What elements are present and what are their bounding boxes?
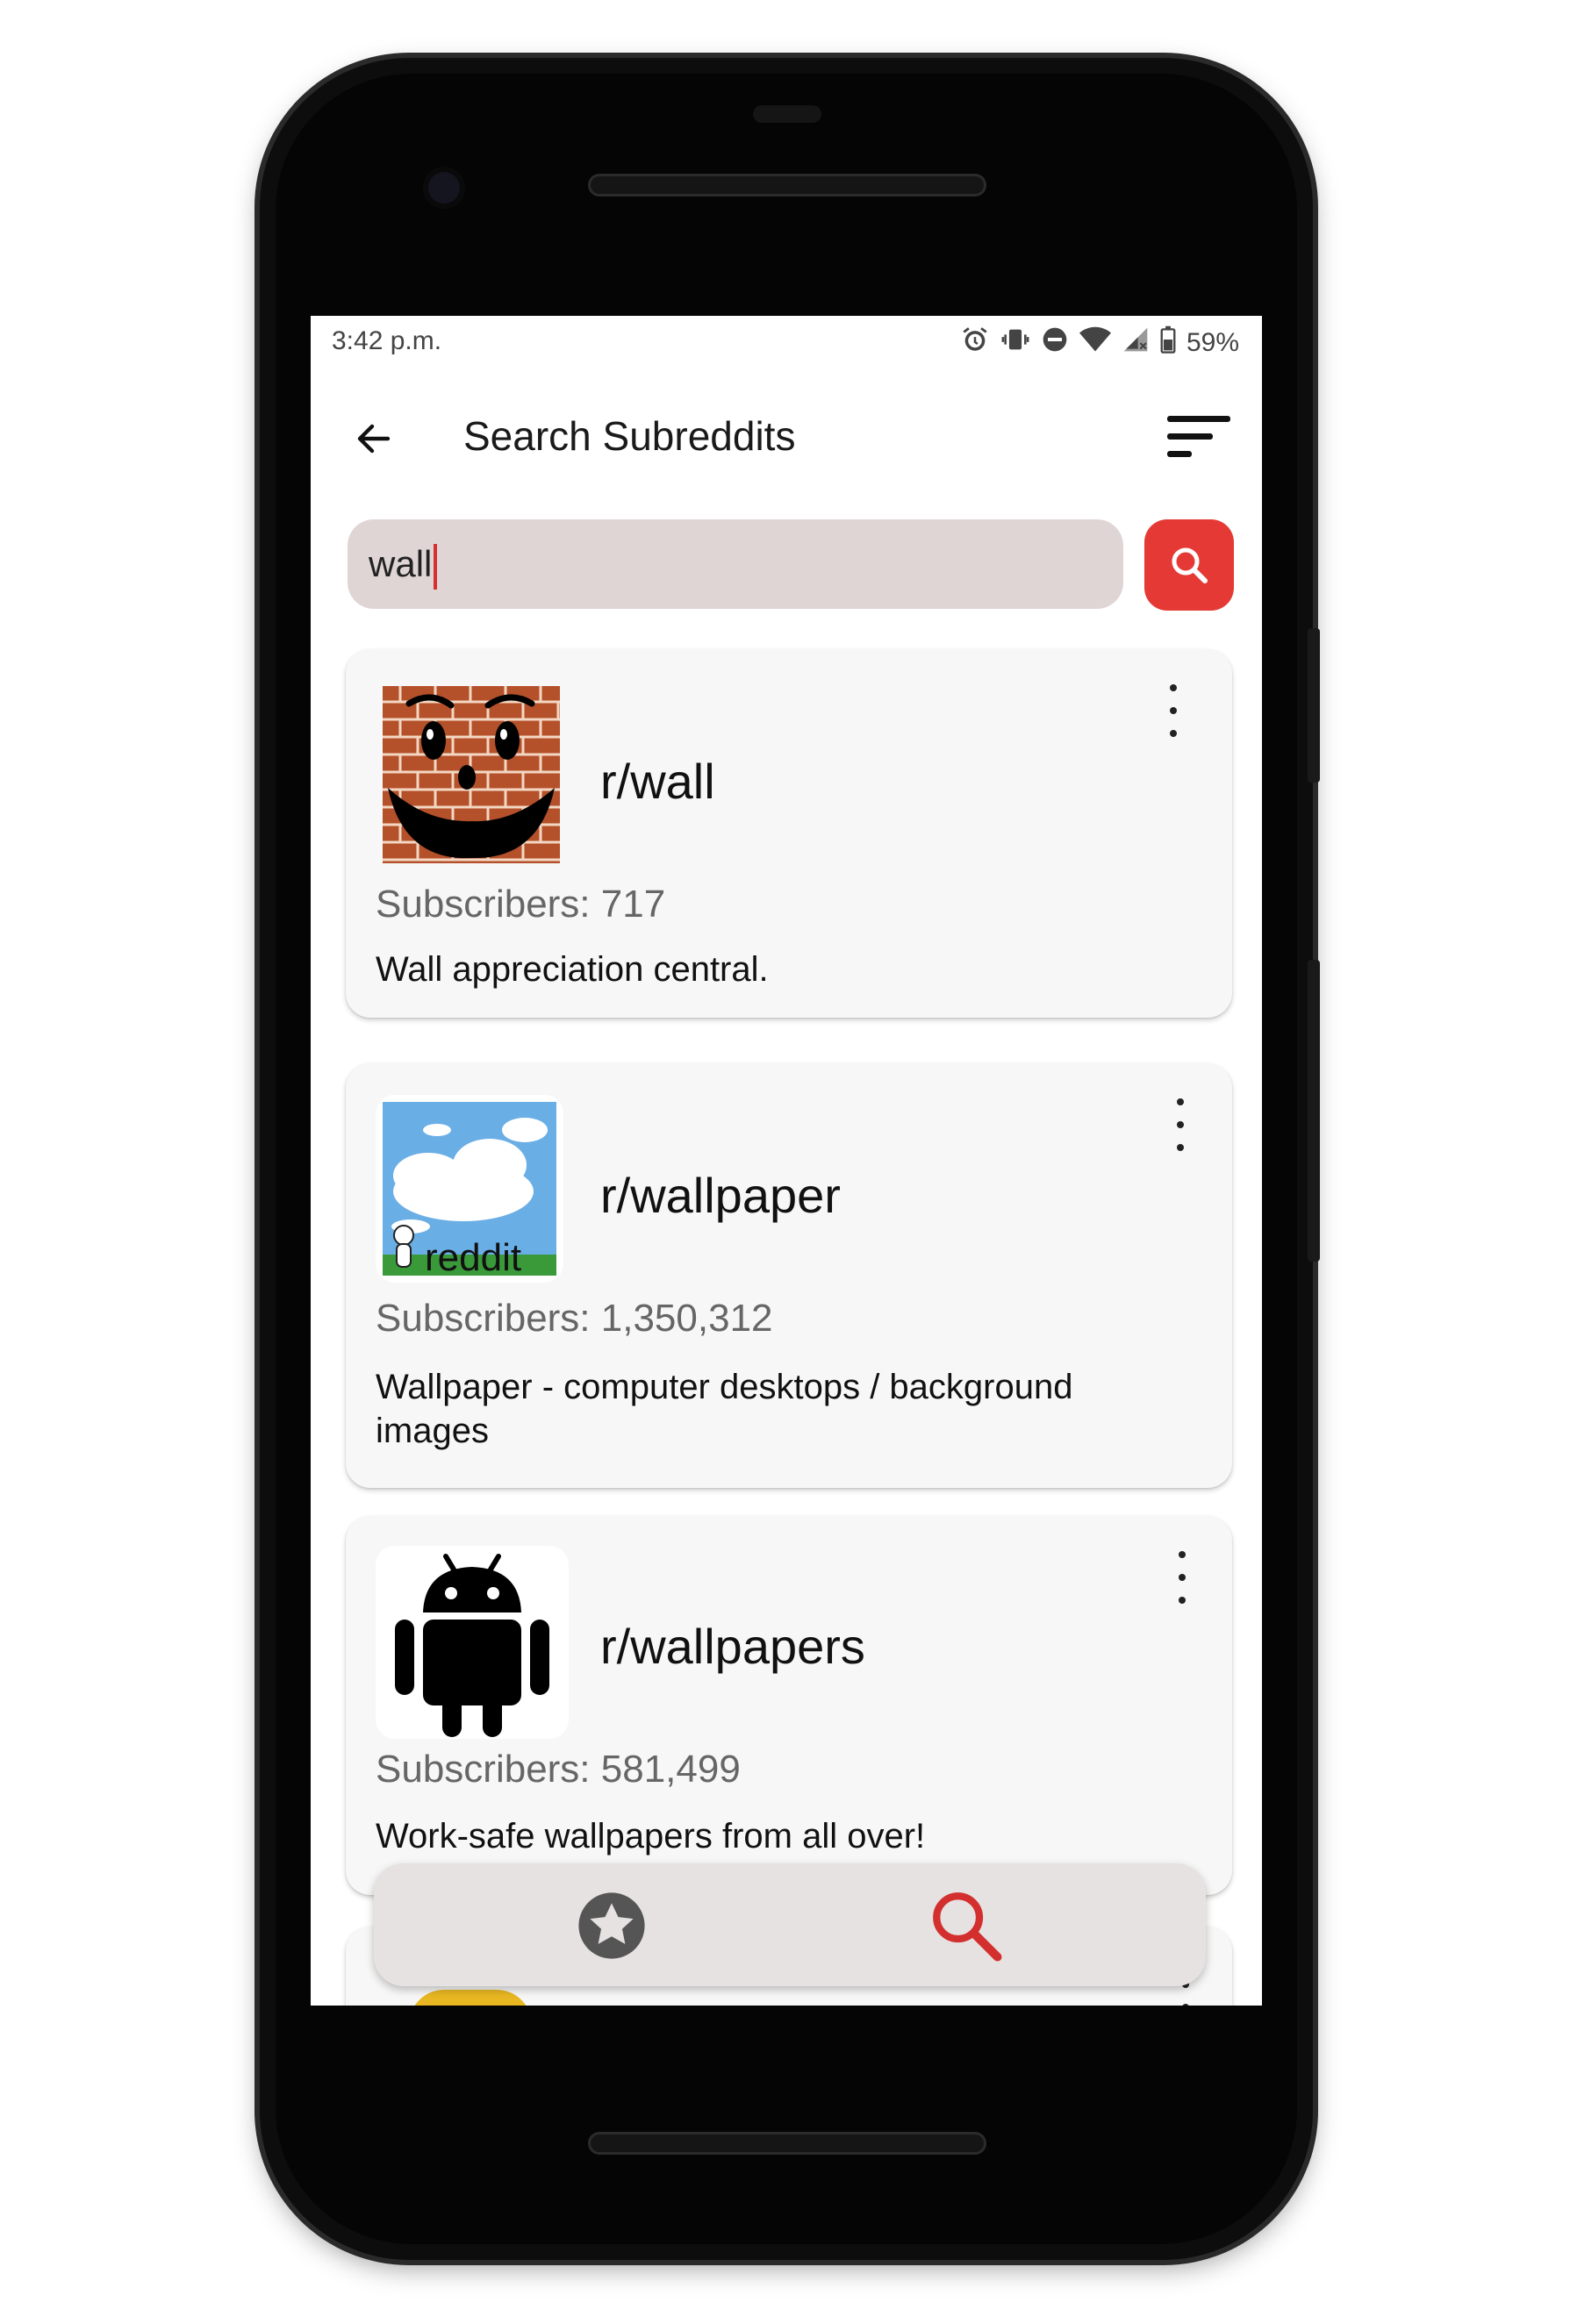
wifi-icon (1079, 325, 1111, 361)
subreddit-card[interactable]: reddit r/wallpaper Subscribers: 1,350,31… (346, 1063, 1232, 1488)
status-time: 3:42 p.m. (332, 326, 442, 355)
more-vert-icon (1179, 1551, 1186, 1558)
subscriber-count: Subscribers: 581,499 (376, 1748, 741, 1791)
search-field[interactable]: wall (348, 519, 1123, 609)
top-speaker (588, 174, 986, 197)
more-vert-icon (1170, 684, 1177, 691)
battery-icon (1160, 325, 1176, 361)
battery-percent: 59% (1186, 328, 1239, 357)
bottom-speaker (588, 2132, 986, 2155)
subreddit-description: Wallpaper - computer desktops / backgrou… (376, 1368, 1073, 1450)
status-icons: 59% (960, 325, 1239, 361)
subscriber-count: Subscribers: 717 (376, 883, 666, 926)
more-options-button[interactable] (1160, 684, 1186, 737)
subreddit-description: Work-safe wallpapers from all over! (376, 1817, 926, 1856)
page-title: Search Subreddits (463, 413, 796, 459)
app-bar: Search Subreddits (311, 386, 1262, 491)
arrow-back-icon (357, 424, 391, 454)
text-cursor (434, 543, 438, 590)
bottom-navigation (374, 1863, 1206, 1986)
sort-button[interactable] (1165, 412, 1232, 465)
thumb-reddit-text: reddit (425, 1236, 521, 1279)
screen: 3:42 p.m. 59% Search Subreddits wall r/w… (311, 316, 1262, 2006)
volume-button (1308, 960, 1320, 1262)
more-vert-icon (1177, 1098, 1184, 1105)
favorites-tab[interactable] (576, 1890, 648, 1962)
vibrate-icon (1000, 325, 1030, 361)
dnd-icon (1041, 325, 1069, 361)
star-icon (578, 1892, 645, 1959)
subscriber-count: Subscribers: 1,350,312 (376, 1297, 773, 1340)
subreddit-card[interactable]: r/wall Subscribers: 717 Wall appreciatio… (346, 649, 1232, 1018)
android-icon (376, 1546, 569, 1739)
search-button[interactable] (1144, 519, 1234, 611)
earpiece-top (753, 105, 821, 123)
more-options-button[interactable] (1169, 1551, 1195, 1604)
search-icon (1172, 547, 1208, 583)
search-input[interactable]: wall (369, 519, 1071, 609)
subreddit-icon-wall (383, 686, 560, 863)
subreddit-icon-partial (409, 1990, 532, 2006)
alarm-icon (960, 325, 990, 361)
subreddit-card[interactable]: r/wallpapers Subscribers: 581,499 Work-s… (346, 1516, 1232, 1895)
more-options-button[interactable] (1167, 1098, 1194, 1151)
search-icon (933, 1892, 1002, 1962)
power-button (1308, 628, 1320, 783)
signal-icon (1122, 325, 1150, 361)
search-input-value: wall (369, 543, 433, 584)
subreddit-description: Wall appreciation central. (376, 950, 769, 989)
subreddit-icon-wallpaper: reddit (376, 1095, 563, 1283)
status-bar: 3:42 p.m. 59% (311, 316, 1262, 372)
front-camera (423, 167, 465, 209)
back-button[interactable] (346, 411, 402, 467)
subreddit-name: r/wall (600, 754, 715, 809)
sort-icon (1167, 416, 1230, 457)
subreddit-name: r/wallpapers (600, 1619, 865, 1674)
search-tab[interactable] (927, 1886, 1006, 1965)
subreddit-name: r/wallpaper (600, 1168, 841, 1223)
